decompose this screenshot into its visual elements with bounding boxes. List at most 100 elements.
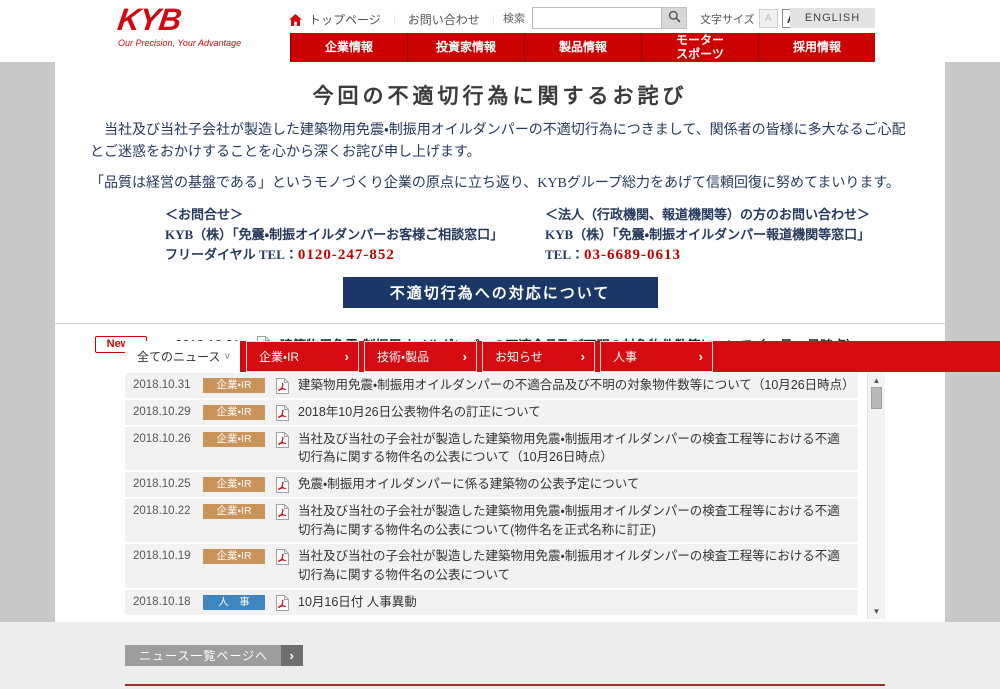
- tel-label: TEL：: [545, 247, 585, 263]
- news-row: 2018.10.31 企業・IR 建築物用免震・制振用オイルダンパーの不適合品及…: [125, 373, 858, 398]
- font-size-label: 文字サイズ: [700, 13, 755, 26]
- news-tab-label: 全てのニュース: [137, 350, 221, 364]
- news-link[interactable]: 当社及び当社の子会社が製造した建築物用免震・制振用オイルダンパーの検査工程等にお…: [298, 430, 850, 468]
- utility-link-top-page[interactable]: トップページ: [309, 11, 381, 28]
- contact-customer-heading: ＜お問合せ＞: [165, 207, 244, 223]
- contact-press-org: KYB（株）「免震・制振オイルダンパー報道機関等窓口」: [545, 226, 871, 242]
- main-nav-item[interactable]: 製品情報: [524, 33, 641, 62]
- main-nav-item[interactable]: 投資家情報: [407, 33, 524, 62]
- news-list-page-label: ニュース一覧ページへ: [139, 649, 269, 663]
- response-button[interactable]: 不適切行為への対応について: [342, 276, 658, 308]
- english-button[interactable]: ENGLISH: [790, 8, 875, 28]
- main-nav-item[interactable]: 企業情報: [290, 33, 407, 62]
- category-badge: 企業・IR: [203, 503, 265, 519]
- site-header: KYB Our Precision, Your Advantage トップページ…: [0, 0, 1000, 62]
- news-date: 2018.10.31: [133, 379, 191, 391]
- tel-number: 0120-247-852: [297, 247, 395, 264]
- category-badge: 企業・IR: [203, 549, 265, 565]
- arrow-right-icon: ›: [281, 645, 304, 666]
- news-row: 2018.10.18 人 事 10月16日付 人事異動: [125, 589, 858, 615]
- news-link[interactable]: 10月16日付 人事異動: [298, 593, 417, 612]
- arrow-right-icon: ›: [698, 349, 703, 364]
- news-tab-label: お知らせ: [495, 350, 543, 364]
- news-tab[interactable]: 技術・製品 ›: [364, 341, 477, 372]
- pdf-icon: [275, 404, 289, 421]
- category-badge: 企業・IR: [203, 477, 265, 492]
- news-row: 2018.10.29 企業・IR 2018年10月26日公表物件名の訂正について: [125, 399, 858, 425]
- tel-number: 03-6689-0613: [584, 247, 682, 264]
- news-row: 2018.10.25 企業・IR 免震・制振用オイルダンパーに係る建築物の公表予…: [125, 472, 858, 497]
- news-link[interactable]: 2018年10月26日公表物件名の訂正について: [298, 403, 541, 422]
- news-date: 2018.10.26: [133, 432, 191, 445]
- pdf-icon: [275, 549, 289, 566]
- category-badge: 企業・IR: [203, 431, 265, 447]
- contact-press-heading: ＜法人（行政機関、報道機関等）の方のお問い合わせ＞: [545, 207, 871, 223]
- kyb-logo-text: KYB: [115, 2, 183, 37]
- home-icon: [289, 13, 302, 26]
- news-tab[interactable]: 企業・IR ›: [246, 341, 359, 372]
- news-date: 2018.10.18: [133, 595, 191, 608]
- utility-separator: ｜: [388, 14, 400, 27]
- utility-nav: トップページ ｜ お問い合わせ ｜: [289, 11, 499, 28]
- news-link[interactable]: 建築物用免震・制振用オイルダンパーの不適合品及び不明の対象物件数等について（10…: [298, 376, 855, 395]
- page-title: 今回の不適切行為に関するお詫び: [312, 84, 688, 108]
- kyb-logo[interactable]: KYB Our Precision, Your Advantage: [115, 2, 242, 48]
- contact-customer-org: KYB（株）「免震・制振オイルダンパーお客様ご相談窓口」: [165, 226, 504, 242]
- contact-section: ＜お問合せ＞ KYB（株）「免震・制振オイルダンパーお客様ご相談窓口」 フリーダ…: [165, 205, 945, 267]
- apology-paragraph-2: 「品質は経営の基盤である」というモノづくり企業の原点に立ち返り、KYBグループ総…: [90, 176, 900, 192]
- kyb-logo-tagline: Our Precision, Your Advantage: [118, 38, 242, 48]
- footer-area: ニュース一覧ページへ ›: [0, 622, 1000, 689]
- chevron-down-icon: ∨: [223, 350, 231, 362]
- contact-press-tel: TEL：03-6689-0613: [545, 244, 870, 267]
- news-scrollbar[interactable]: ▲ ▼: [867, 373, 885, 619]
- news-link[interactable]: 当社及び当社の子会社が製造した建築物用免震・制振用オイルダンパーの検査工程等にお…: [298, 547, 850, 585]
- kyb-corporate-page: KYB Our Precision, Your Advantage トップページ…: [0, 0, 1000, 689]
- category-badge: 企業・IR: [203, 404, 265, 420]
- news-list: 2018.10.31 企業・IR 建築物用免震・制振用オイルダンパーの不適合品及…: [125, 373, 885, 619]
- news-link[interactable]: 免震・制振用オイルダンパーに係る建築物の公表予定について: [298, 475, 639, 494]
- news-tab[interactable]: 人事 ›: [600, 341, 713, 372]
- tel-label: フリーダイヤル TEL：: [165, 247, 298, 263]
- news-tab-label: 人事: [613, 350, 638, 364]
- contact-customer: ＜お問合せ＞ KYB（株）「免震・制振オイルダンパーお客様ご相談窓口」 フリーダ…: [165, 205, 545, 267]
- footer-divider: [125, 684, 885, 686]
- pdf-icon: [275, 477, 289, 493]
- search-icon: [668, 10, 681, 26]
- category-badge: 人 事: [203, 594, 265, 610]
- utility-link-contact[interactable]: お問い合わせ: [408, 11, 480, 28]
- pdf-icon: [275, 431, 289, 448]
- news-list-page-button[interactable]: ニュース一覧ページへ ›: [125, 645, 304, 666]
- news-link[interactable]: 当社及び当社の子会社が製造した建築物用免震・制振用オイルダンパーの検査工程等にお…: [298, 502, 850, 540]
- main-nav-item[interactable]: モーター スポーツ: [641, 33, 758, 62]
- scrollbar-thumb[interactable]: [871, 387, 882, 409]
- news-date: 2018.10.25: [133, 478, 191, 490]
- search-area: 検索: [503, 7, 687, 29]
- news-row: 2018.10.26 企業・IR 当社及び当社の子会社が製造した建築物用免震・制…: [125, 426, 858, 470]
- news-tab-label: 技術・製品: [377, 350, 430, 364]
- news-tab[interactable]: 全てのニュース ∨: [125, 341, 240, 372]
- contact-press: ＜法人（行政機関、報道機関等）の方のお問い合わせ＞ KYB（株）「免震・制振オイ…: [545, 205, 870, 267]
- scroll-up-icon[interactable]: ▲: [868, 376, 885, 385]
- main-nav-item[interactable]: 採用情報: [758, 33, 875, 62]
- category-badge: 企業・IR: [203, 378, 265, 393]
- section-divider: [55, 322, 945, 324]
- font-size-small-button[interactable]: A: [758, 9, 778, 28]
- search-button[interactable]: [662, 7, 687, 29]
- arrow-right-icon: ›: [580, 349, 585, 364]
- main-nav: 企業情報 投資家情報 製品情報 モーター スポーツ 採用情報: [290, 33, 875, 62]
- news-row: 2018.10.22 企業・IR 当社及び当社の子会社が製造した建築物用免震・制…: [125, 498, 858, 543]
- pdf-icon: [275, 378, 289, 394]
- pdf-icon: [275, 594, 289, 611]
- pdf-icon: [275, 503, 289, 520]
- font-size-area: 文字サイズ A A: [700, 9, 801, 28]
- scroll-down-icon[interactable]: ▼: [868, 607, 885, 616]
- contact-customer-tel: フリーダイヤル TEL：0120-247-852: [165, 244, 545, 267]
- news-rows: 2018.10.31 企業・IR 建築物用免震・制振用オイルダンパーの不適合品及…: [125, 373, 858, 615]
- utility-separator: ｜: [487, 14, 499, 27]
- news-row: 2018.10.19 企業・IR 当社及び当社の子会社が製造した建築物用免震・制…: [125, 544, 858, 588]
- apology-paragraph-1: 当社及び当社子会社が製造した建築物用免震・制振用オイルダンパーの不適切行為につき…: [90, 123, 906, 160]
- search-label: 検索: [503, 13, 525, 25]
- news-tab[interactable]: お知らせ ›: [482, 341, 595, 372]
- search-input[interactable]: [532, 7, 662, 29]
- arrow-right-icon: ›: [344, 349, 349, 364]
